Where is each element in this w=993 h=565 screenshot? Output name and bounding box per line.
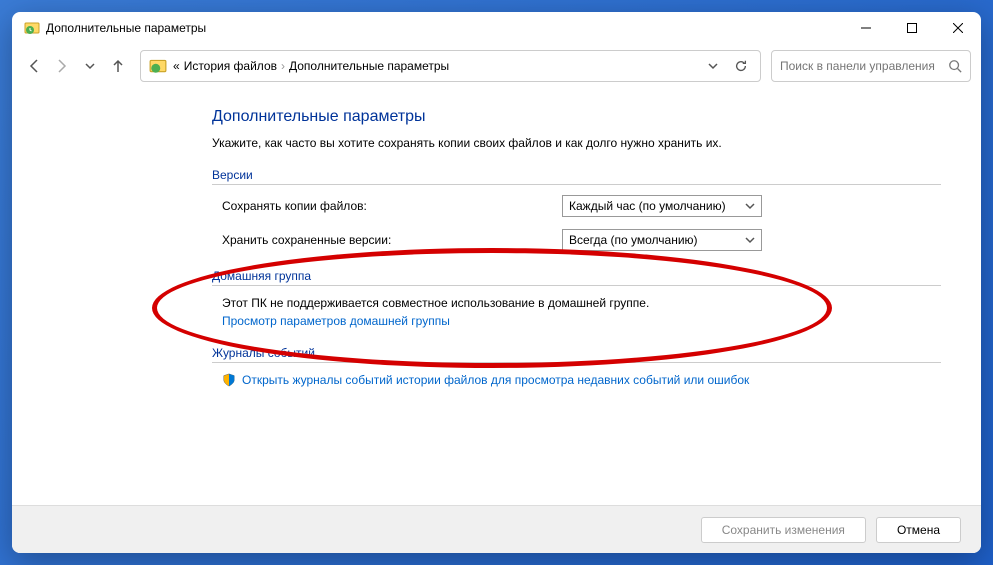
maximize-button[interactable] (889, 12, 935, 44)
keep-versions-value: Всегда (по умолчанию) (569, 233, 698, 247)
content-area: Дополнительные параметры Укажите, как ча… (12, 88, 981, 505)
versions-group: Версии Сохранять копии файлов: Каждый ча… (212, 168, 941, 251)
chevron-down-icon (745, 235, 755, 245)
minimize-button[interactable] (843, 12, 889, 44)
homegroup-group: Домашняя группа Этот ПК не поддерживаетс… (212, 269, 941, 328)
chevron-right-icon: › (281, 59, 285, 73)
breadcrumb-item[interactable]: История файлов (184, 59, 277, 73)
close-button[interactable] (935, 12, 981, 44)
save-copies-dropdown[interactable]: Каждый час (по умолчанию) (562, 195, 762, 217)
save-button[interactable]: Сохранить изменения (701, 517, 866, 543)
homegroup-link[interactable]: Просмотр параметров домашней группы (212, 314, 941, 328)
shield-icon (222, 373, 236, 387)
eventlog-link[interactable]: Открыть журналы событий истории файлов д… (212, 373, 941, 387)
footer: Сохранить изменения Отмена (12, 505, 981, 553)
page-title: Дополнительные параметры (212, 108, 941, 126)
address-bar[interactable]: « История файлов › Дополнительные параме… (140, 50, 761, 82)
search-box[interactable] (771, 50, 971, 82)
window-frame: Дополнительные параметры « История файло… (12, 12, 981, 553)
address-dropdown-button[interactable] (702, 55, 724, 77)
search-input[interactable] (780, 59, 948, 73)
titlebar[interactable]: Дополнительные параметры (12, 12, 981, 44)
breadcrumb: « История файлов › Дополнительные параме… (173, 59, 696, 73)
page-subtitle: Укажите, как часто вы хотите сохранять к… (212, 136, 941, 150)
eventlog-group: Журналы событий Открыть журналы событий … (212, 346, 941, 387)
refresh-button[interactable] (730, 55, 752, 77)
homegroup-text: Этот ПК не поддерживается совместное исп… (212, 296, 941, 310)
breadcrumb-item[interactable]: Дополнительные параметры (289, 59, 449, 73)
up-button[interactable] (106, 54, 130, 78)
recent-button[interactable] (78, 54, 102, 78)
cancel-button[interactable]: Отмена (876, 517, 961, 543)
back-button[interactable] (22, 54, 46, 78)
file-history-icon (24, 20, 40, 36)
keep-versions-dropdown[interactable]: Всегда (по умолчанию) (562, 229, 762, 251)
save-copies-label: Сохранять копии файлов: (212, 199, 562, 213)
breadcrumb-prefix: « (173, 59, 180, 73)
forward-button[interactable] (50, 54, 74, 78)
keep-versions-label: Хранить сохраненные версии: (212, 233, 562, 247)
eventlog-heading: Журналы событий (212, 346, 941, 363)
save-copies-value: Каждый час (по умолчанию) (569, 199, 726, 213)
navigation-bar: « История файлов › Дополнительные параме… (12, 44, 981, 88)
chevron-down-icon (745, 201, 755, 211)
file-history-icon (149, 57, 167, 75)
search-icon (948, 59, 962, 73)
window-title: Дополнительные параметры (46, 21, 843, 35)
versions-heading: Версии (212, 168, 941, 185)
homegroup-heading: Домашняя группа (212, 269, 941, 286)
